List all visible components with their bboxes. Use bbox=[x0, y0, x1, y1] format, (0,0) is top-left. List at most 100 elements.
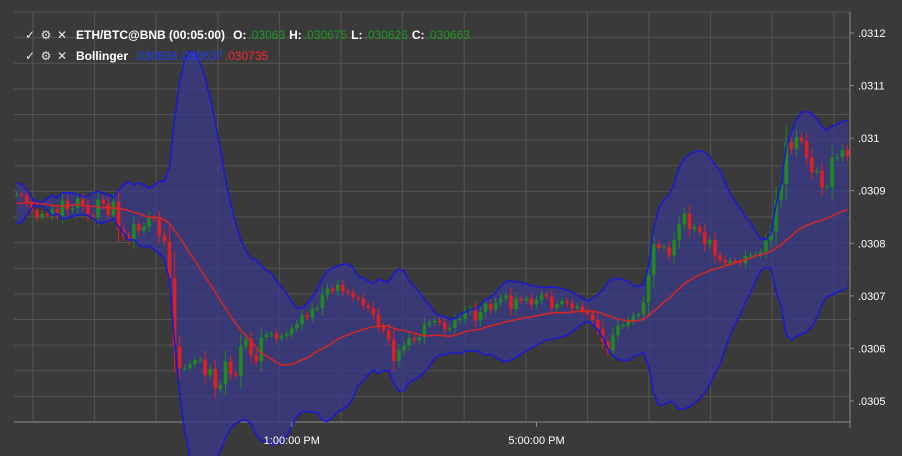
gear-icon[interactable]: ⚙ bbox=[38, 49, 54, 63]
candle-body bbox=[764, 240, 768, 252]
candle-body bbox=[223, 361, 228, 385]
candle-body bbox=[371, 307, 376, 315]
candle-body bbox=[315, 308, 320, 310]
candle-body bbox=[493, 302, 498, 310]
candle-body bbox=[75, 198, 80, 209]
candle-body bbox=[335, 284, 340, 292]
candle-body bbox=[835, 157, 840, 159]
candle-body bbox=[509, 295, 513, 309]
candle-body bbox=[748, 255, 753, 257]
candle-body bbox=[386, 330, 391, 340]
candle-body bbox=[300, 315, 304, 325]
close-label: C: bbox=[411, 27, 425, 42]
low-value: .030626 bbox=[364, 27, 408, 42]
candle-body bbox=[799, 137, 804, 142]
candle-body bbox=[305, 315, 309, 318]
candle-body bbox=[356, 297, 360, 299]
candle-body bbox=[188, 364, 192, 368]
candle-body bbox=[550, 296, 554, 308]
candle-body bbox=[723, 260, 727, 264]
candle-body bbox=[239, 346, 243, 376]
candle-body bbox=[427, 322, 432, 325]
candle-body bbox=[453, 320, 457, 328]
bollinger-lower-value: .030637 bbox=[179, 48, 223, 63]
candle-body bbox=[290, 328, 294, 334]
candle-body bbox=[274, 333, 279, 339]
candle-body bbox=[590, 313, 595, 321]
candle-body bbox=[524, 298, 529, 301]
candle-body bbox=[269, 333, 274, 335]
candle-body bbox=[402, 345, 406, 351]
check-icon[interactable]: ✓ bbox=[22, 28, 38, 42]
candle-body bbox=[789, 142, 794, 150]
candle-body bbox=[432, 320, 437, 323]
symbol-label: ETH/BTC@BNB (00:05:00) bbox=[76, 27, 226, 42]
candle-body bbox=[631, 315, 636, 321]
candle-body bbox=[147, 217, 151, 227]
high-value: .030675 bbox=[303, 27, 348, 42]
y-tick-label: .0312 bbox=[858, 28, 886, 40]
close-icon[interactable]: ✕ bbox=[54, 49, 70, 63]
candle-body bbox=[208, 368, 213, 376]
y-tick-label: .0305 bbox=[858, 396, 886, 408]
candle-body bbox=[45, 213, 49, 216]
candle-body bbox=[106, 203, 111, 216]
candle-body bbox=[162, 235, 167, 242]
candle-body bbox=[254, 355, 258, 362]
candle-body bbox=[794, 137, 799, 150]
candle-body bbox=[137, 224, 141, 231]
candle-body bbox=[448, 327, 452, 330]
candle-body bbox=[697, 226, 702, 232]
candle-body bbox=[539, 294, 544, 301]
candle-body bbox=[815, 170, 819, 173]
candle-body bbox=[657, 244, 661, 249]
candle-body bbox=[692, 226, 697, 230]
candle-body bbox=[544, 294, 549, 297]
close-value: .030663 bbox=[426, 27, 470, 42]
chart-area[interactable]: .0312 .0311 .031 .0309 .0308 .0307 .0306 .0305 1… bbox=[0, 0, 902, 456]
candle-body bbox=[641, 302, 646, 315]
candle-body bbox=[96, 199, 100, 218]
candle-body bbox=[830, 158, 834, 188]
candle-body bbox=[407, 337, 411, 346]
candle-body bbox=[366, 305, 371, 308]
close-icon[interactable]: ✕ bbox=[54, 28, 70, 42]
y-tick-label: .0311 bbox=[858, 81, 885, 93]
candle-body bbox=[621, 325, 625, 327]
candle-body bbox=[279, 336, 284, 339]
candle-body bbox=[40, 213, 44, 217]
candle-body bbox=[534, 300, 539, 305]
y-tick-label: .031 bbox=[858, 133, 879, 145]
y-tick-label: .0307 bbox=[858, 291, 886, 303]
candle-body bbox=[142, 226, 146, 231]
candle-body bbox=[213, 368, 218, 389]
x-tick-label: 5:00:00 PM bbox=[508, 435, 564, 447]
candle-body bbox=[478, 312, 483, 321]
bollinger-candlestick-chart[interactable]: .0312 .0311 .031 .0309 .0308 .0307 .0306 .0305 1… bbox=[0, 0, 902, 456]
candle-body bbox=[86, 205, 90, 216]
candle-body bbox=[825, 187, 829, 189]
gear-icon[interactable]: ⚙ bbox=[38, 28, 54, 42]
candle-body bbox=[483, 303, 488, 313]
candle-body bbox=[636, 314, 641, 316]
candle-body bbox=[397, 350, 401, 362]
candle-body bbox=[677, 224, 682, 241]
candle-body bbox=[575, 306, 580, 309]
candle-body bbox=[840, 149, 845, 158]
y-tick-label: .0306 bbox=[858, 343, 886, 355]
candle-body bbox=[35, 209, 39, 217]
candle-body bbox=[330, 288, 335, 292]
candle-body bbox=[233, 373, 238, 376]
candle-body bbox=[662, 246, 666, 249]
candle-body bbox=[203, 359, 207, 376]
candle-body bbox=[488, 303, 493, 310]
candle-body bbox=[132, 224, 136, 241]
candle-body bbox=[417, 337, 422, 341]
candle-body bbox=[182, 367, 187, 370]
candle-body bbox=[718, 255, 722, 261]
candle-body bbox=[346, 291, 350, 293]
high-label: H: bbox=[289, 27, 302, 42]
check-icon[interactable]: ✓ bbox=[22, 49, 38, 63]
price-legend-row: ✓ ⚙ ✕ ETH/BTC@BNB (00:05:00) O: .03063 H… bbox=[22, 24, 470, 45]
bollinger-band-fill bbox=[16, 51, 848, 456]
